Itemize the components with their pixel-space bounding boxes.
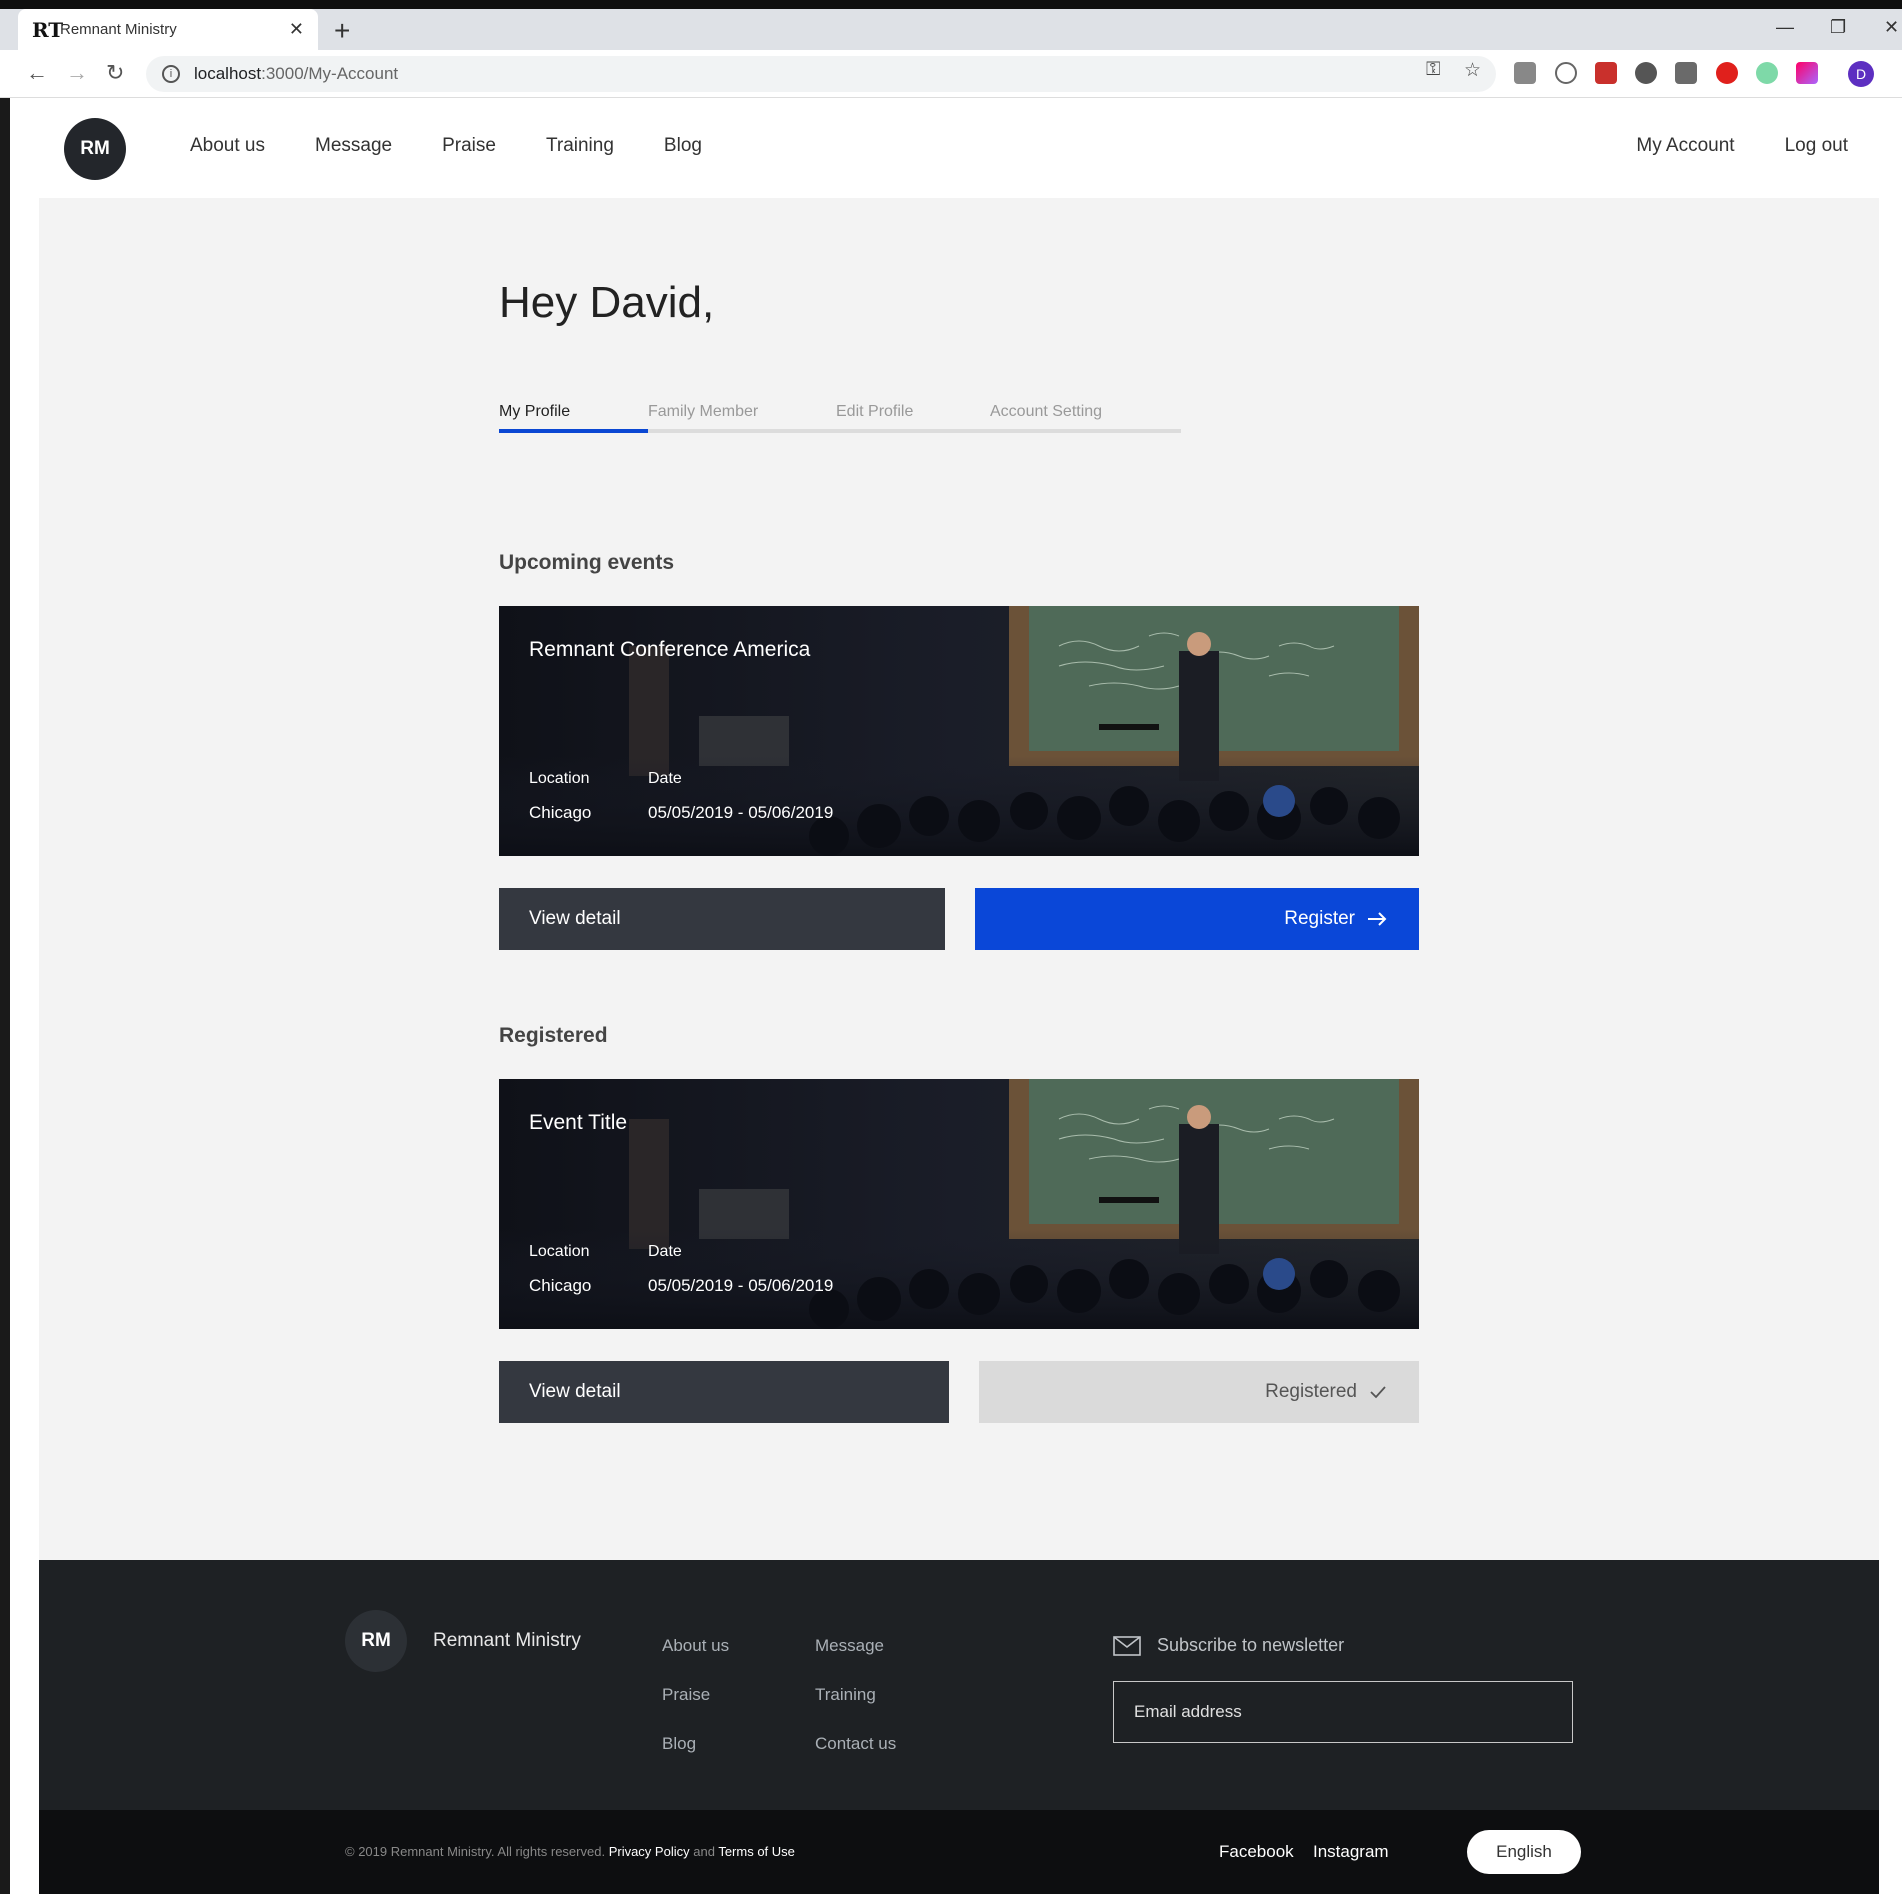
reload-icon[interactable]: ↻	[106, 60, 124, 86]
footer-logo[interactable]: RM	[345, 1610, 407, 1672]
forward-icon[interactable]: →	[66, 60, 88, 86]
footer-link-blog[interactable]: Blog	[662, 1734, 696, 1754]
nav-training[interactable]: Training	[546, 135, 614, 157]
checkmark-icon	[1370, 1386, 1386, 1399]
footer-link-contact-us[interactable]: Contact us	[815, 1734, 896, 1754]
tab-title: Remnant Ministry	[60, 21, 177, 38]
nav-praise[interactable]: Praise	[442, 135, 496, 157]
arrow-right-icon	[1368, 912, 1387, 926]
window-edge	[0, 98, 10, 1894]
browser-window: RT Remnant Ministry ✕ + — ❐ ✕ ← → ↻ i lo…	[0, 0, 1902, 1894]
profile-avatar[interactable]: D	[1848, 61, 1874, 87]
tab-account-setting[interactable]: Account Setting	[990, 403, 1102, 421]
instagram-link[interactable]: Instagram	[1313, 1842, 1389, 1862]
close-tab-icon[interactable]: ✕	[289, 19, 304, 40]
event-title: Remnant Conference America	[529, 638, 811, 661]
footer-link-about-us[interactable]: About us	[662, 1636, 729, 1656]
location-value: Chicago	[529, 803, 592, 822]
extension-circle-icon[interactable]	[1635, 62, 1657, 84]
copyright-and: and	[693, 1844, 715, 1859]
footer-brand: Remnant Ministry	[433, 1630, 581, 1651]
footer-bottom-bar: © 2019 Remnant Ministry. All rights rese…	[39, 1810, 1879, 1894]
newsletter-label: Subscribe to newsletter	[1157, 1635, 1345, 1655]
registered-event-card: Event Title Location Date Chicago 05/05/…	[499, 1079, 1419, 1329]
date-value: 05/05/2019 - 05/06/2019	[648, 803, 834, 822]
language-selector[interactable]: English	[1467, 1830, 1581, 1874]
main-nav: About us Message Praise Training Blog	[190, 135, 702, 157]
tab-my-profile[interactable]: My Profile	[499, 403, 570, 421]
copyright-text: © 2019 Remnant Ministry. All rights rese…	[345, 1844, 606, 1859]
minimize-icon[interactable]: —	[1776, 17, 1794, 38]
site-footer: RM Remnant Ministry About us Praise Blog…	[39, 1560, 1879, 1810]
profile-tabs: My Profile Family Member Edit Profile Ac…	[499, 403, 1181, 433]
bookmark-star-icon[interactable]: ☆	[1464, 59, 1481, 82]
tab-family-member[interactable]: Family Member	[648, 403, 758, 421]
footer-link-message[interactable]: Message	[815, 1636, 884, 1656]
page-viewport: RM About us Message Praise Training Blog…	[10, 98, 1902, 1894]
address-toolbar: ← → ↻ i localhost:3000/My-Account ⚿ ☆ D	[0, 50, 1902, 98]
location-label: Location	[529, 1243, 590, 1260]
site-header: RM About us Message Praise Training Blog…	[10, 98, 1902, 198]
registered-heading: Registered	[499, 1024, 608, 1047]
new-tab-button[interactable]: +	[334, 15, 350, 47]
view-detail-button[interactable]: View detail	[499, 888, 945, 950]
address-bar[interactable]: i localhost:3000/My-Account	[146, 56, 1496, 92]
footer-link-training[interactable]: Training	[815, 1685, 876, 1705]
extension-opera-icon[interactable]	[1716, 62, 1738, 84]
window-close-icon[interactable]: ✕	[1884, 17, 1899, 38]
account-nav: My Account Log out	[1636, 135, 1848, 157]
register-label: Register	[1284, 908, 1355, 929]
tab-edit-profile[interactable]: Edit Profile	[836, 403, 913, 421]
url-host: localhost	[194, 64, 262, 83]
registered-label: Registered	[1265, 1381, 1357, 1402]
event-title: Event Title	[529, 1111, 628, 1134]
upcoming-events-heading: Upcoming events	[499, 551, 675, 574]
active-tab-indicator	[499, 429, 648, 433]
footer-link-praise[interactable]: Praise	[662, 1685, 710, 1705]
page-title: Hey David,	[499, 278, 715, 327]
extension-red-icon[interactable]	[1595, 62, 1617, 84]
site-logo[interactable]: RM	[64, 118, 126, 180]
newsletter-heading: Subscribe to newsletter	[1113, 1635, 1344, 1656]
location-value: Chicago	[529, 1276, 592, 1295]
log-out-link[interactable]: Log out	[1785, 135, 1848, 157]
envelope-icon	[1113, 1635, 1141, 1656]
my-account-link[interactable]: My Account	[1636, 135, 1734, 157]
account-content: Hey David, My Profile Family Member Edit…	[39, 198, 1879, 1560]
restore-icon[interactable]: ❐	[1830, 17, 1846, 38]
extension-gradient-icon[interactable]	[1796, 62, 1818, 84]
facebook-link[interactable]: Facebook	[1219, 1842, 1294, 1862]
date-label: Date	[648, 770, 682, 787]
email-field[interactable]	[1113, 1681, 1573, 1743]
tab-strip: RT Remnant Ministry ✕ + — ❐ ✕	[0, 0, 1902, 50]
view-detail-button[interactable]: View detail	[499, 1361, 949, 1423]
nav-about-us[interactable]: About us	[190, 135, 265, 157]
key-icon[interactable]: ⚿	[1426, 59, 1440, 81]
nav-blog[interactable]: Blog	[664, 135, 702, 157]
nav-message[interactable]: Message	[315, 135, 392, 157]
privacy-policy-link[interactable]: Privacy Policy	[609, 1844, 690, 1859]
upcoming-event-card: Remnant Conference America Location Date…	[499, 606, 1419, 856]
event-photo	[499, 1079, 1419, 1329]
extension-es-icon[interactable]	[1514, 62, 1536, 84]
terms-of-use-link[interactable]: Terms of Use	[718, 1844, 795, 1859]
registered-button[interactable]: Registered	[979, 1361, 1419, 1423]
url-path: :3000/My-Account	[261, 64, 399, 83]
browser-tab[interactable]: RT Remnant Ministry ✕	[18, 9, 318, 50]
extension-dropper-icon[interactable]	[1675, 62, 1697, 84]
date-value: 05/05/2019 - 05/06/2019	[648, 1276, 834, 1295]
extension-h-icon[interactable]	[1555, 62, 1577, 84]
back-icon[interactable]: ←	[26, 60, 48, 86]
info-icon[interactable]: i	[162, 65, 180, 83]
extension-green-icon[interactable]	[1756, 62, 1778, 84]
register-button[interactable]: Register	[975, 888, 1419, 950]
copyright-line: © 2019 Remnant Ministry. All rights rese…	[345, 1844, 795, 1859]
location-label: Location	[529, 770, 590, 787]
favicon-icon: RT	[32, 17, 64, 42]
date-label: Date	[648, 1243, 682, 1260]
